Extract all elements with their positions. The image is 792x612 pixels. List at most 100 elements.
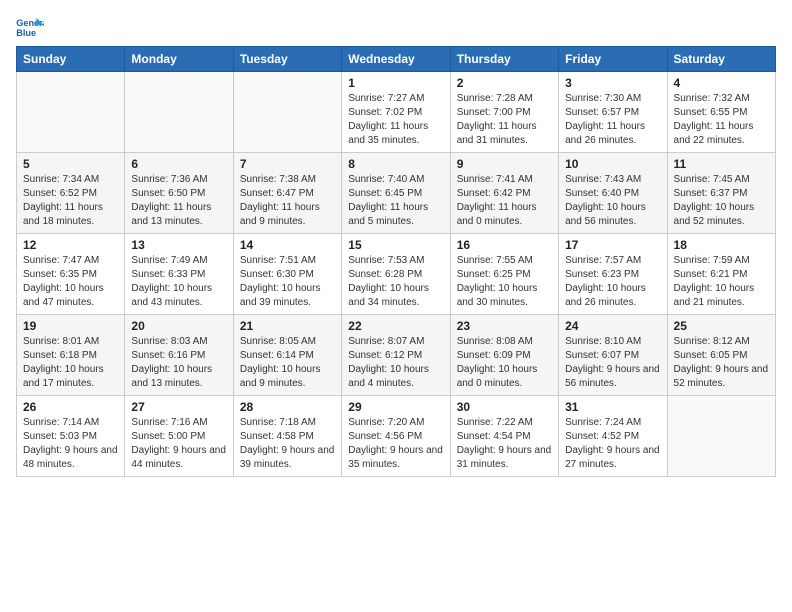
calendar-cell: 19 Sunrise: 8:01 AM Sunset: 6:18 PM Dayli… — [17, 315, 125, 396]
day-detail: Sunrise: 7:51 AM Sunset: 6:30 PM Dayligh… — [240, 254, 335, 310]
day-detail: Sunrise: 7:20 AM Sunset: 4:56 PM Dayligh… — [348, 416, 443, 472]
calendar-cell: 11 Sunrise: 7:45 AM Sunset: 6:37 PM Dayli… — [667, 153, 775, 234]
day-number: 26 — [23, 400, 118, 414]
day-number: 17 — [565, 238, 660, 252]
day-number: 21 — [240, 319, 335, 333]
day-detail: Sunrise: 7:55 AM Sunset: 6:25 PM Dayligh… — [457, 254, 552, 310]
calendar-cell: 28 Sunrise: 7:18 AM Sunset: 4:58 PM Dayli… — [233, 396, 341, 477]
calendar-cell: 24 Sunrise: 8:10 AM Sunset: 6:07 PM Dayli… — [559, 315, 667, 396]
day-number: 6 — [131, 157, 226, 171]
day-number: 9 — [457, 157, 552, 171]
day-detail: Sunrise: 7:40 AM Sunset: 6:45 PM Dayligh… — [348, 173, 443, 229]
day-detail: Sunrise: 7:41 AM Sunset: 6:42 PM Dayligh… — [457, 173, 552, 229]
logo-icon: General Blue — [16, 16, 44, 38]
day-number: 25 — [674, 319, 769, 333]
calendar-cell — [233, 72, 341, 153]
calendar-cell: 27 Sunrise: 7:16 AM Sunset: 5:00 PM Dayli… — [125, 396, 233, 477]
calendar-cell: 5 Sunrise: 7:34 AM Sunset: 6:52 PM Daylig… — [17, 153, 125, 234]
day-number: 28 — [240, 400, 335, 414]
day-number: 31 — [565, 400, 660, 414]
day-number: 20 — [131, 319, 226, 333]
calendar-cell: 26 Sunrise: 7:14 AM Sunset: 5:03 PM Dayli… — [17, 396, 125, 477]
day-number: 14 — [240, 238, 335, 252]
day-detail: Sunrise: 7:53 AM Sunset: 6:28 PM Dayligh… — [348, 254, 443, 310]
column-header-friday: Friday — [559, 47, 667, 72]
day-detail: Sunrise: 7:36 AM Sunset: 6:50 PM Dayligh… — [131, 173, 226, 229]
svg-text:Blue: Blue — [16, 28, 36, 38]
column-header-saturday: Saturday — [667, 47, 775, 72]
day-detail: Sunrise: 8:05 AM Sunset: 6:14 PM Dayligh… — [240, 335, 335, 391]
day-number: 23 — [457, 319, 552, 333]
day-detail: Sunrise: 7:57 AM Sunset: 6:23 PM Dayligh… — [565, 254, 660, 310]
day-number: 11 — [674, 157, 769, 171]
day-detail: Sunrise: 7:16 AM Sunset: 5:00 PM Dayligh… — [131, 416, 226, 472]
calendar-cell: 7 Sunrise: 7:38 AM Sunset: 6:47 PM Daylig… — [233, 153, 341, 234]
day-detail: Sunrise: 7:45 AM Sunset: 6:37 PM Dayligh… — [674, 173, 769, 229]
calendar-cell: 25 Sunrise: 8:12 AM Sunset: 6:05 PM Dayli… — [667, 315, 775, 396]
day-detail: Sunrise: 7:49 AM Sunset: 6:33 PM Dayligh… — [131, 254, 226, 310]
day-number: 8 — [348, 157, 443, 171]
calendar-cell: 9 Sunrise: 7:41 AM Sunset: 6:42 PM Daylig… — [450, 153, 558, 234]
calendar-cell: 14 Sunrise: 7:51 AM Sunset: 6:30 PM Dayli… — [233, 234, 341, 315]
day-number: 3 — [565, 76, 660, 90]
day-number: 18 — [674, 238, 769, 252]
day-number: 4 — [674, 76, 769, 90]
calendar-cell — [125, 72, 233, 153]
day-number: 22 — [348, 319, 443, 333]
column-header-wednesday: Wednesday — [342, 47, 450, 72]
day-detail: Sunrise: 7:59 AM Sunset: 6:21 PM Dayligh… — [674, 254, 769, 310]
calendar-cell — [17, 72, 125, 153]
day-number: 1 — [348, 76, 443, 90]
day-number: 19 — [23, 319, 118, 333]
day-detail: Sunrise: 8:08 AM Sunset: 6:09 PM Dayligh… — [457, 335, 552, 391]
day-number: 12 — [23, 238, 118, 252]
day-number: 30 — [457, 400, 552, 414]
calendar-cell: 15 Sunrise: 7:53 AM Sunset: 6:28 PM Dayli… — [342, 234, 450, 315]
day-detail: Sunrise: 7:43 AM Sunset: 6:40 PM Dayligh… — [565, 173, 660, 229]
day-detail: Sunrise: 8:12 AM Sunset: 6:05 PM Dayligh… — [674, 335, 769, 391]
calendar-cell: 1 Sunrise: 7:27 AM Sunset: 7:02 PM Daylig… — [342, 72, 450, 153]
day-detail: Sunrise: 7:18 AM Sunset: 4:58 PM Dayligh… — [240, 416, 335, 472]
column-header-monday: Monday — [125, 47, 233, 72]
day-detail: Sunrise: 7:34 AM Sunset: 6:52 PM Dayligh… — [23, 173, 118, 229]
calendar-cell: 21 Sunrise: 8:05 AM Sunset: 6:14 PM Dayli… — [233, 315, 341, 396]
day-number: 16 — [457, 238, 552, 252]
day-number: 27 — [131, 400, 226, 414]
calendar-cell: 30Sunrise: 7:22 AM Sunset: 4:54 PM Dayli… — [450, 396, 558, 477]
calendar-cell: 17 Sunrise: 7:57 AM Sunset: 6:23 PM Dayli… — [559, 234, 667, 315]
day-detail: Sunrise: 8:10 AM Sunset: 6:07 PM Dayligh… — [565, 335, 660, 391]
calendar-cell: 6 Sunrise: 7:36 AM Sunset: 6:50 PM Daylig… — [125, 153, 233, 234]
day-number: 29 — [348, 400, 443, 414]
calendar-cell: 16 Sunrise: 7:55 AM Sunset: 6:25 PM Dayli… — [450, 234, 558, 315]
column-header-tuesday: Tuesday — [233, 47, 341, 72]
day-number: 10 — [565, 157, 660, 171]
calendar-cell: 10 Sunrise: 7:43 AM Sunset: 6:40 PM Dayli… — [559, 153, 667, 234]
calendar-cell: 13 Sunrise: 7:49 AM Sunset: 6:33 PM Dayli… — [125, 234, 233, 315]
calendar-cell: 31 Sunrise: 7:24 AM Sunset: 4:52 PM Dayli… — [559, 396, 667, 477]
day-detail: Sunrise: 7:24 AM Sunset: 4:52 PM Dayligh… — [565, 416, 660, 472]
day-detail: Sunrise: 8:01 AM Sunset: 6:18 PM Dayligh… — [23, 335, 118, 391]
day-detail: Sunrise: 7:14 AM Sunset: 5:03 PM Dayligh… — [23, 416, 118, 472]
day-detail: Sunrise: 7:30 AM Sunset: 6:57 PM Dayligh… — [565, 92, 660, 148]
calendar-cell — [667, 396, 775, 477]
day-number: 24 — [565, 319, 660, 333]
calendar-table: SundayMondayTuesdayWednesdayThursdayFrid… — [16, 46, 776, 477]
calendar-cell: 4 Sunrise: 7:32 AM Sunset: 6:55 PM Daylig… — [667, 72, 775, 153]
day-detail: Sunrise: 8:07 AM Sunset: 6:12 PM Dayligh… — [348, 335, 443, 391]
calendar-cell: 3 Sunrise: 7:30 AM Sunset: 6:57 PM Daylig… — [559, 72, 667, 153]
column-header-sunday: Sunday — [17, 47, 125, 72]
day-number: 15 — [348, 238, 443, 252]
calendar-cell: 20 Sunrise: 8:03 AM Sunset: 6:16 PM Dayli… — [125, 315, 233, 396]
day-number: 13 — [131, 238, 226, 252]
calendar-cell: 23 Sunrise: 8:08 AM Sunset: 6:09 PM Dayli… — [450, 315, 558, 396]
day-number: 7 — [240, 157, 335, 171]
calendar-cell: 12Sunrise: 7:47 AM Sunset: 6:35 PM Dayli… — [17, 234, 125, 315]
column-header-thursday: Thursday — [450, 47, 558, 72]
day-number: 5 — [23, 157, 118, 171]
day-detail: Sunrise: 7:32 AM Sunset: 6:55 PM Dayligh… — [674, 92, 769, 148]
day-detail: Sunrise: 8:03 AM Sunset: 6:16 PM Dayligh… — [131, 335, 226, 391]
day-detail: Sunrise: 7:27 AM Sunset: 7:02 PM Dayligh… — [348, 92, 443, 148]
calendar-cell: 18 Sunrise: 7:59 AM Sunset: 6:21 PM Dayli… — [667, 234, 775, 315]
day-detail: Sunrise: 7:28 AM Sunset: 7:00 PM Dayligh… — [457, 92, 552, 148]
day-detail: Sunrise: 7:38 AM Sunset: 6:47 PM Dayligh… — [240, 173, 335, 229]
